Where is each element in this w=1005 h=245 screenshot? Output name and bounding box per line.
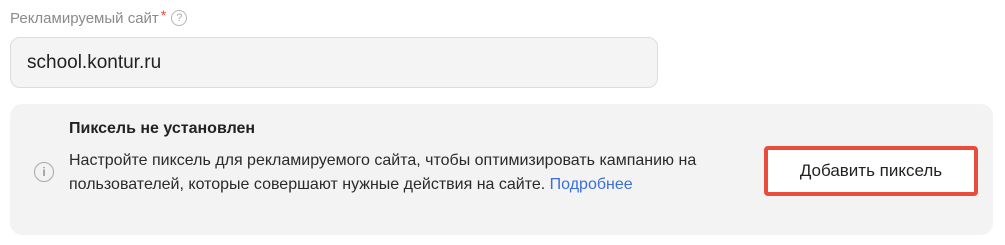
question-circle-icon[interactable]: ? [171, 10, 188, 26]
site-url-value: school.kontur.ru [27, 51, 162, 73]
notice-title: Пиксель не установлен [69, 120, 256, 137]
add-pixel-button[interactable]: Добавить пиксель [764, 146, 978, 196]
site-field-label: Рекламируемый сайт [10, 9, 159, 27]
pixel-notice-panel: i Пиксель не установлен Настройте пиксел… [10, 104, 993, 235]
site-url-input[interactable]: school.kontur.ru [10, 37, 658, 88]
notice-text-block: Настройте пиксель для рекламируемого сай… [69, 149, 739, 197]
info-circle-icon: i [34, 162, 54, 182]
required-mark: * [160, 7, 167, 23]
more-info-link[interactable]: Подробнее [550, 176, 633, 193]
site-field-label-row: Рекламируемый сайт * ? [10, 5, 188, 31]
